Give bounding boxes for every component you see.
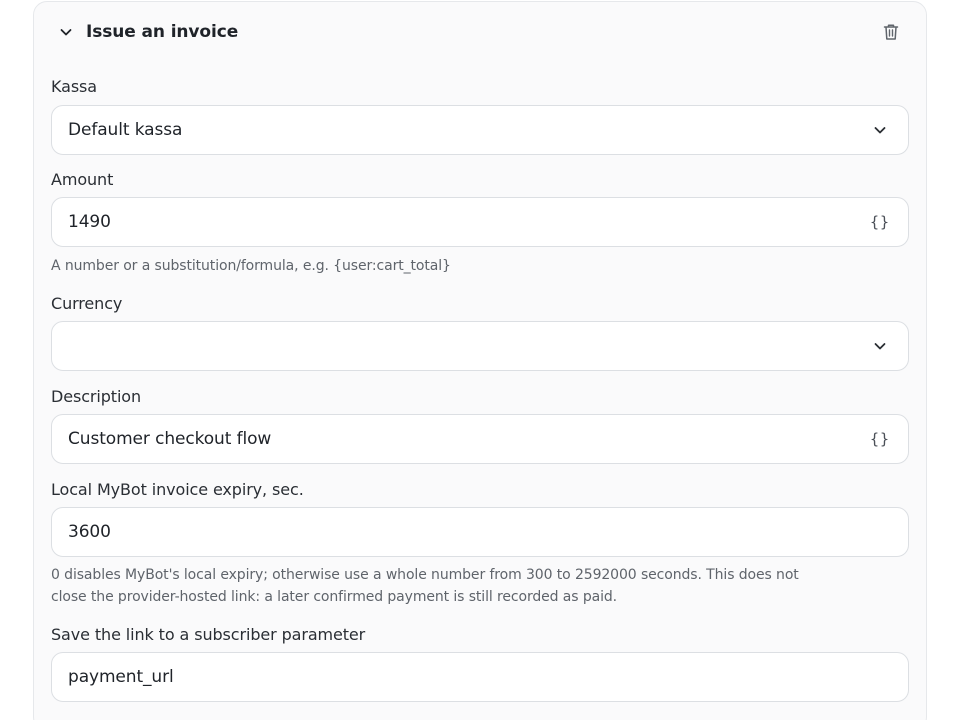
expiry-input[interactable]: 3600: [51, 507, 909, 557]
save-link-input[interactable]: payment_url: [51, 652, 909, 702]
braces-icon[interactable]: {}: [868, 427, 892, 451]
description-input[interactable]: Customer checkout flow {}: [51, 414, 909, 464]
description-label: Description: [51, 387, 142, 406]
card-header[interactable]: Issue an invoice: [57, 18, 238, 46]
amount-label: Amount: [51, 170, 114, 189]
save-link-label: Save the link to a subscriber parameter: [51, 625, 366, 644]
expiry-hint-line-2: close the provider-hosted link: a later …: [51, 589, 618, 605]
expiry-value: 3600: [68, 522, 111, 542]
chevron-down-icon[interactable]: [57, 23, 75, 41]
kassa-value: Default kassa: [68, 120, 183, 140]
chevron-down-icon[interactable]: [868, 334, 892, 358]
card-title: Issue an invoice: [86, 22, 239, 42]
currency-label: Currency: [51, 294, 123, 313]
currency-select[interactable]: [51, 321, 909, 371]
expiry-label: Local MyBot invoice expiry, sec.: [51, 480, 304, 499]
braces-icon[interactable]: {}: [868, 210, 892, 234]
amount-value: 1490: [68, 212, 111, 232]
kassa-label: Kassa: [51, 77, 97, 96]
save-link-value: payment_url: [68, 667, 174, 687]
kassa-select[interactable]: Default kassa: [51, 105, 909, 155]
trash-icon[interactable]: [880, 21, 902, 43]
amount-hint: A number or a substitution/formula, e.g.…: [51, 258, 451, 274]
amount-input[interactable]: 1490 {}: [51, 197, 909, 247]
expiry-hint-line-1: 0 disables MyBot's local expiry; otherwi…: [51, 567, 799, 583]
description-value: Customer checkout flow: [68, 429, 272, 449]
chevron-down-icon[interactable]: [868, 118, 892, 142]
